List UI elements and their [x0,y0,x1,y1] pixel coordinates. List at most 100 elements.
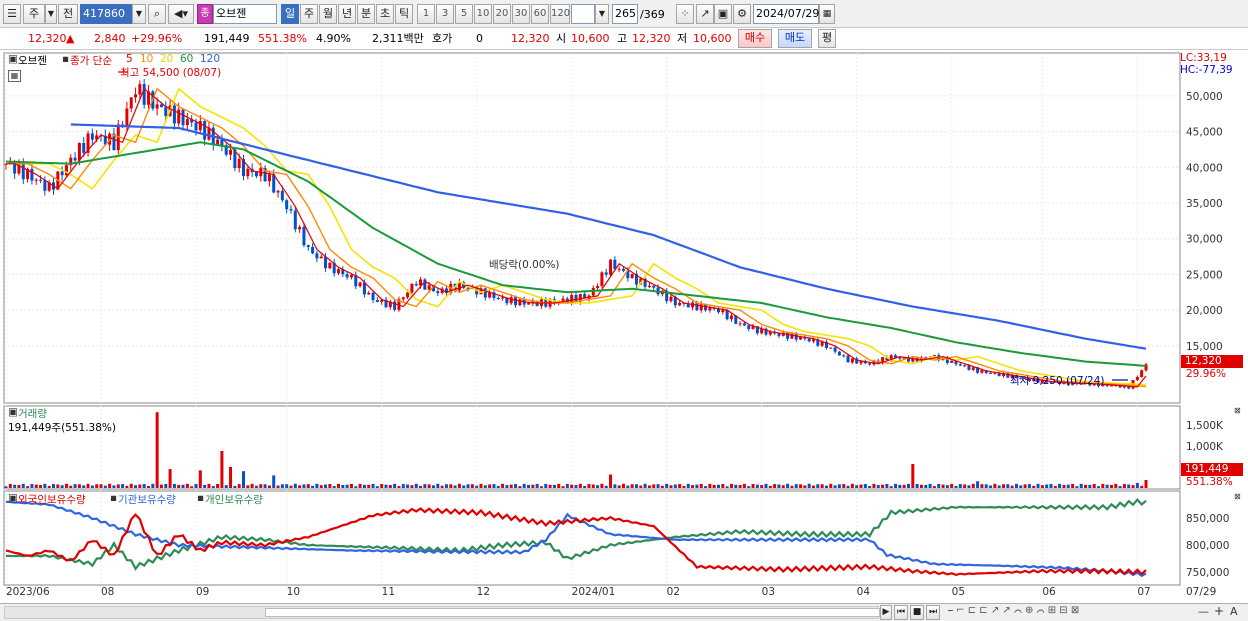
volume-bar [755,484,759,488]
volume-bar [824,485,828,488]
candle [609,259,613,275]
period-second[interactable]: 초 [376,4,394,24]
candle [950,360,954,363]
font-size-icon[interactable]: A [1230,605,1238,618]
type-select[interactable]: 주 [23,4,45,24]
draw-icon[interactable]: ↗ [696,4,714,24]
interval-30[interactable]: 30 [512,4,530,24]
period-week[interactable]: 주 [300,4,318,24]
volume-bar [725,486,729,488]
volume-bar [932,486,936,488]
period-day[interactable]: 일 [281,4,299,24]
volume-bar [561,486,565,488]
stock-name-field[interactable]: 오브젠 [213,4,277,24]
volume-bar [850,483,854,488]
interval-120[interactable]: 120 [550,4,570,24]
stop-icon[interactable]: ■ [910,605,924,620]
volume-bar [8,483,12,488]
gear-icon[interactable]: ⚙ [733,4,751,24]
interval-20[interactable]: 20 [493,4,511,24]
holding-tick-label: 750,000 [1186,567,1229,579]
interval-1[interactable]: 1 [417,4,435,24]
inst-legend: 기관보유수량 [118,494,176,506]
chart-area: 50,000 45,000 40,000 35,000 30,000 25,000 20,0… [0,50,1248,605]
menu-icon[interactable]: ☰ [3,4,21,24]
volume-bar [548,484,552,488]
volume-bar [43,483,47,488]
volume-bar [406,484,410,488]
candle [807,338,811,342]
volume-close-icon[interactable]: ⊠ [1234,406,1241,415]
dots-icon[interactable]: ⁘ [676,4,694,24]
zoom-out-icon[interactable]: — [1198,605,1209,618]
candle [337,269,340,274]
volume-bar [237,484,241,488]
interval-10[interactable]: 10 [474,4,492,24]
volume-bar [557,483,561,488]
speaker-icon[interactable]: ◀▾ [168,4,194,24]
count-input[interactable]: 265 [612,4,638,24]
volume-bar [544,483,548,488]
candle [203,121,207,140]
sell-button[interactable]: 매도 [778,29,812,48]
volume-bar [159,484,163,488]
code-dropdown-icon[interactable]: ▼ [132,4,146,24]
interval-3[interactable]: 3 [436,4,454,24]
volume-bar [794,484,798,488]
x-tick-label: 05 [952,586,965,598]
volume-panel-icon[interactable]: ▣ [8,406,18,418]
forward-icon[interactable]: ⏭ [926,605,940,620]
candle [375,300,379,302]
prev-button[interactable]: 전 [58,4,78,24]
volume-bar [1053,486,1057,488]
volume-bar [1088,484,1092,488]
volume-bar [768,485,772,488]
interval-60[interactable]: 60 [531,4,549,24]
candle [315,253,319,259]
date-input[interactable]: 2024/07/29 [753,4,819,24]
volume-bar [565,483,569,488]
interval-5[interactable]: 5 [455,4,473,24]
chevron-down-icon[interactable]: ▼ [45,4,57,24]
custom-interval-input[interactable] [571,4,595,24]
code-input[interactable]: 417860 [80,4,132,24]
table-icon[interactable]: ▦ [8,70,21,82]
volume-bar [82,485,86,488]
volume-bar [250,483,254,488]
holding-close-icon[interactable]: ⊠ [1234,492,1241,501]
rewind-icon[interactable]: ⏮ [894,605,908,620]
volume-bar [837,484,841,488]
scrollbar[interactable] [4,606,880,619]
volume-bar [285,484,289,488]
candle [647,285,651,287]
candle [280,190,284,201]
period-tick[interactable]: 틱 [395,4,413,24]
indicator-dot: ▪ [62,53,70,65]
volume-bar [760,485,764,488]
volume-bar [734,484,738,488]
volume-bar [1032,485,1036,488]
volume-bar [604,485,608,488]
panel-menu-icon[interactable]: ▣ [8,53,18,65]
calendar-icon[interactable]: ▦ [819,4,835,24]
buy-button[interactable]: 매수 [738,29,772,48]
volume-bar [652,484,656,488]
candle [829,347,833,349]
interval-dropdown-icon[interactable]: ▼ [595,4,609,24]
holding-panel-icon[interactable]: ▣ [8,492,18,504]
period-minute[interactable]: 분 [357,4,375,24]
volume-bar [721,483,725,488]
period-year[interactable]: 년 [338,4,356,24]
save-icon[interactable]: ▣ [714,4,732,24]
average-button[interactable]: 평 [818,29,836,48]
volume-bar [626,485,630,488]
volume-bar [492,484,496,488]
candle [125,108,129,126]
scroll-right-icon[interactable]: ▶ [880,605,892,620]
scrollbar-thumb[interactable] [265,608,880,617]
zoom-in-icon[interactable]: + [1214,604,1224,618]
search-icon[interactable]: ⌕ [148,4,166,24]
period-month[interactable]: 월 [319,4,337,24]
volume-bar [90,485,94,488]
drawing-tools[interactable]: ⎯ ⌐ ⊏ ⊏ ↗ ↗ ⌒ ⊕ ⌒ ⊞ ⊟ ⊠ [948,605,1079,616]
